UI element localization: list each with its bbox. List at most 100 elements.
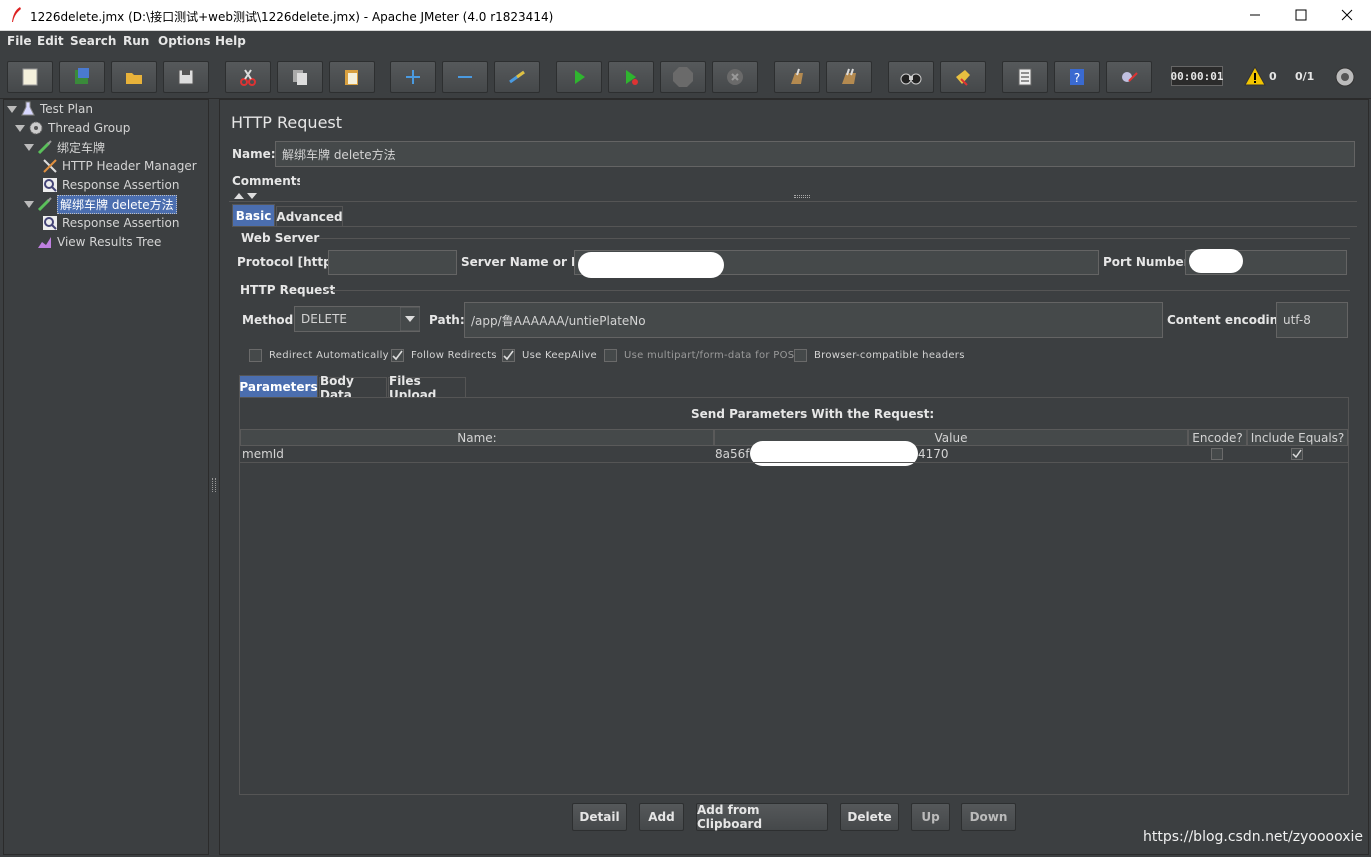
open-button[interactable] xyxy=(111,61,157,93)
clear-all-icon xyxy=(842,68,856,84)
warning-icon[interactable] xyxy=(1244,66,1266,86)
comments-field[interactable] xyxy=(300,172,1355,188)
maximize-button[interactable] xyxy=(1278,0,1324,30)
help-icon: ? xyxy=(1070,69,1084,85)
tree-splitter[interactable] xyxy=(209,99,219,855)
window-title: 1226delete.jmx (D:\接口测试+web测试\1226delete… xyxy=(30,10,554,24)
tree-node-thread-group[interactable]: Thread Group xyxy=(15,119,130,137)
clear-all-button[interactable] xyxy=(826,61,872,93)
help-button[interactable]: ? xyxy=(1054,61,1100,93)
menu-help[interactable]: Help xyxy=(215,34,246,48)
shutdown-button[interactable] xyxy=(712,61,758,93)
column-header-include-equals[interactable]: Include Equals? xyxy=(1247,429,1348,446)
collapse-all-button[interactable] xyxy=(442,61,488,93)
param-name-cell[interactable]: memId xyxy=(242,446,284,462)
column-header-encode[interactable]: Encode? xyxy=(1188,429,1247,446)
menu-edit[interactable]: Edit xyxy=(37,34,64,48)
expanded-triangle-icon xyxy=(15,125,25,132)
encoding-field[interactable]: utf-8 xyxy=(1276,302,1348,338)
add-button[interactable]: Add xyxy=(639,803,684,831)
down-button[interactable]: Down xyxy=(961,803,1016,831)
tree-node-sampler-bind[interactable]: 绑定车牌 xyxy=(24,138,105,156)
checkbox-label: Redirect Automatically xyxy=(269,350,389,361)
tab-files-upload[interactable]: Files Upload xyxy=(388,374,466,402)
minimize-button[interactable] xyxy=(1232,0,1278,30)
protocol-field[interactable] xyxy=(328,250,457,275)
start-button[interactable] xyxy=(556,61,602,93)
tab-basic[interactable]: Basic xyxy=(232,204,275,226)
tab-parameters[interactable]: Parameters xyxy=(239,375,318,397)
tree-node-response-assertion-2[interactable]: Response Assertion xyxy=(42,214,179,232)
encoding-label: Content encoding: xyxy=(1167,313,1292,327)
encode-checkbox[interactable] xyxy=(1211,448,1223,460)
delete-button[interactable]: Delete xyxy=(840,803,899,831)
include-equals-checkbox[interactable] xyxy=(1291,448,1303,460)
divider-grip-icon[interactable] xyxy=(794,195,810,198)
save-icon xyxy=(178,69,194,85)
tree-node-sampler-unbind-selected[interactable]: 解绑车牌 delete方法 xyxy=(24,194,177,214)
start-no-pauses-button[interactable] xyxy=(608,61,654,93)
expand-all-button[interactable] xyxy=(390,61,436,93)
redaction-mark xyxy=(1189,249,1243,273)
new-button[interactable] xyxy=(7,61,53,93)
divider xyxy=(229,201,1357,202)
checkbox-label: Use KeepAlive xyxy=(522,350,597,361)
chart-icon xyxy=(38,237,51,248)
clear-button[interactable] xyxy=(774,61,820,93)
close-button[interactable] xyxy=(1324,0,1370,30)
column-header-name[interactable]: Name: xyxy=(240,429,714,446)
redirect-auto-checkbox[interactable] xyxy=(249,349,262,362)
start-icon xyxy=(575,70,585,84)
detail-button[interactable]: Detail xyxy=(572,803,627,831)
param-value-end[interactable]: 4170 xyxy=(918,446,949,462)
checkmark-icon xyxy=(503,350,514,361)
expanded-triangle-icon xyxy=(7,106,17,113)
expanded-triangle-icon xyxy=(24,144,34,151)
stop-icon xyxy=(673,67,693,87)
remote-button[interactable] xyxy=(1106,61,1152,93)
search-button[interactable] xyxy=(888,61,934,93)
tab-advanced[interactable]: Advanced xyxy=(276,206,343,226)
tree-label: Thread Group xyxy=(48,121,131,135)
tree-node-response-assertion-1[interactable]: Response Assertion xyxy=(42,176,179,194)
name-field[interactable]: 解绑车牌 delete方法 xyxy=(275,141,1355,167)
server-label: Server Name or IP: xyxy=(461,255,590,269)
checkmark-icon xyxy=(392,350,403,361)
tree-label: Test Plan xyxy=(40,102,93,116)
follow-redirects-checkbox[interactable] xyxy=(391,349,404,362)
shutdown-icon xyxy=(727,69,743,85)
checkmark-icon xyxy=(1292,449,1302,459)
tree-node-view-results-tree[interactable]: View Results Tree xyxy=(37,233,161,251)
menu-search[interactable]: Search xyxy=(70,34,116,48)
new-icon xyxy=(22,68,38,86)
copy-button[interactable] xyxy=(277,61,323,93)
tree-label: Response Assertion xyxy=(62,178,180,192)
tree-node-test-plan[interactable]: Test Plan xyxy=(7,100,93,118)
up-button[interactable]: Up xyxy=(911,803,950,831)
browser-headers-checkbox[interactable] xyxy=(794,349,807,362)
keepalive-checkbox[interactable] xyxy=(502,349,515,362)
cut-button[interactable] xyxy=(225,61,271,93)
paste-button[interactable] xyxy=(329,61,375,93)
add-from-clipboard-button[interactable]: Add from Clipboard xyxy=(696,803,828,831)
collapse-arrows-icon[interactable] xyxy=(233,192,259,200)
menu-run[interactable]: Run xyxy=(123,34,149,48)
templates-button[interactable] xyxy=(59,61,105,93)
clear-icon xyxy=(791,68,803,84)
chevron-down-icon[interactable] xyxy=(400,307,420,331)
menu-options[interactable]: Options xyxy=(158,34,211,48)
maximize-icon xyxy=(1295,9,1307,21)
splitter-grip-icon[interactable] xyxy=(212,478,216,492)
port-label: Port Number: xyxy=(1103,255,1195,269)
stop-button[interactable] xyxy=(660,61,706,93)
path-field[interactable]: /app/鲁AAAAAA/untiePlateNo xyxy=(464,302,1163,338)
multipart-checkbox[interactable] xyxy=(604,349,617,362)
reset-search-button[interactable] xyxy=(940,61,986,93)
menu-file[interactable]: File xyxy=(7,34,32,48)
tab-body-data[interactable]: Body Data xyxy=(319,374,387,402)
function-helper-button[interactable] xyxy=(1002,61,1048,93)
tree-node-header-manager[interactable]: HTTP Header Manager xyxy=(42,157,197,175)
save-button[interactable] xyxy=(163,61,209,93)
toggle-button[interactable] xyxy=(494,61,540,93)
gear-icon xyxy=(29,121,43,135)
